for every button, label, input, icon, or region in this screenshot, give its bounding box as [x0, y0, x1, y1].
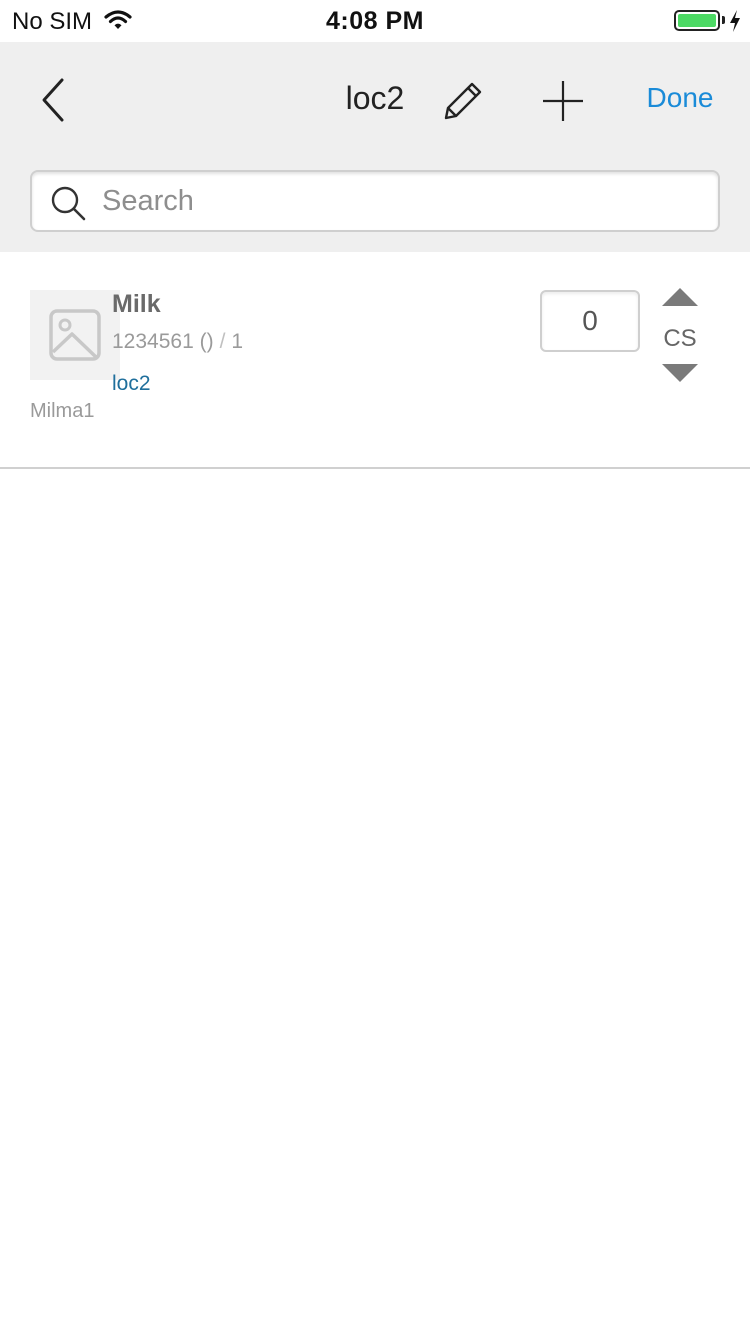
- search-field[interactable]: [30, 170, 720, 232]
- pencil-icon[interactable]: [440, 78, 486, 124]
- search-bar: [0, 160, 750, 252]
- status-bar: No SIM 4:08 PM: [0, 0, 750, 42]
- page-title: loc2: [345, 80, 405, 116]
- item-location: loc2: [112, 372, 151, 395]
- list-item[interactable]: Milk 1234561 ()/1 loc2 Milma1 0 CS: [0, 252, 750, 469]
- item-thumbnail: [30, 290, 120, 380]
- item-name: Milk: [112, 290, 161, 318]
- item-code: 1234561 (): [112, 330, 214, 353]
- item-brand: Milma1: [30, 400, 95, 422]
- chevron-left-icon[interactable]: [30, 76, 76, 124]
- clock: 4:08 PM: [326, 7, 424, 35]
- triangle-up-icon[interactable]: [660, 286, 700, 308]
- triangle-down-icon[interactable]: [660, 362, 700, 384]
- quantity-unit: CS: [663, 325, 697, 352]
- meta-separator: /: [219, 330, 226, 353]
- search-input[interactable]: [102, 180, 702, 222]
- battery-tip: [722, 16, 725, 24]
- image-placeholder-icon: [49, 309, 101, 361]
- navigation-bar: loc2 Done: [0, 42, 750, 160]
- item-pack: 1: [231, 330, 244, 353]
- search-icon: [51, 186, 86, 221]
- item-meta: 1234561 ()/1: [112, 330, 243, 354]
- battery-level-fill: [678, 14, 716, 27]
- quantity-input[interactable]: 0: [540, 290, 640, 352]
- battery-icon: [674, 10, 720, 31]
- plus-icon[interactable]: [540, 78, 586, 124]
- done-button[interactable]: Done: [630, 82, 730, 114]
- charging-bolt-icon: [730, 10, 740, 32]
